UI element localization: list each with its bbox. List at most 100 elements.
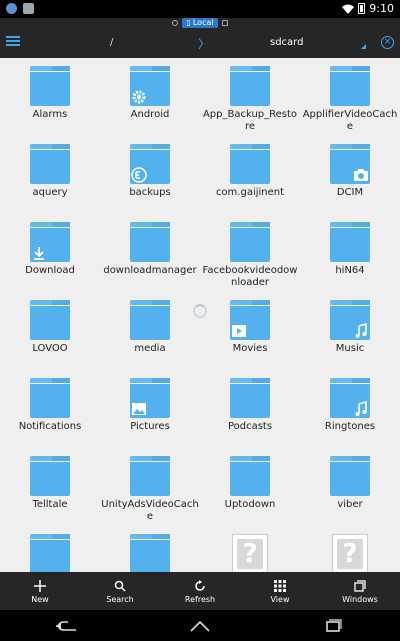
file-grid-item[interactable]: Podcasts (200, 378, 300, 456)
music-note-icon (352, 400, 370, 418)
folder-icon (330, 456, 370, 496)
file-grid-item[interactable]: Android (100, 66, 200, 144)
system-icons: 9:10 (342, 2, 394, 15)
file-grid-item[interactable]: LOVOO (0, 300, 100, 378)
phone-icon: ▯ (186, 18, 191, 27)
system-nav-bar (0, 610, 400, 641)
grid-view-icon (273, 579, 287, 593)
recents-button[interactable] (318, 616, 348, 636)
file-name: Facebookvideodownloader (202, 265, 298, 288)
folder-icon (230, 300, 270, 340)
file-grid-item[interactable]: UnityAdsVideoCache (100, 456, 200, 534)
file-grid-item[interactable]: Facebookvideodownloader (200, 222, 300, 300)
folder-icon (230, 456, 270, 496)
unknown-file-icon: ? (332, 534, 368, 572)
folder-icon (130, 222, 170, 262)
camera-icon (352, 166, 370, 184)
file-grid-item[interactable]: Movies (200, 300, 300, 378)
file-name: Podcasts (227, 421, 273, 432)
breadcrumb-separator: 〉 (198, 37, 211, 51)
new-button[interactable]: New (0, 572, 80, 610)
file-name: Download (25, 265, 75, 276)
breadcrumb-root[interactable]: / (110, 37, 113, 48)
battery-icon (358, 3, 366, 14)
music-note-icon (352, 322, 370, 340)
refresh-button[interactable]: Refresh (160, 572, 240, 610)
folder-icon (230, 144, 270, 184)
file-grid-item[interactable]: viber (300, 456, 400, 534)
folder-icon (130, 66, 170, 106)
file-name: aquery (32, 187, 68, 198)
file-grid-item[interactable]: ApplifierVideoCache (300, 66, 400, 144)
notification-app-icon (6, 3, 17, 14)
local-label: Local (192, 18, 214, 27)
file-name: ApplifierVideoCache (302, 109, 398, 132)
notification-briefcase-icon (23, 3, 34, 14)
windows-button[interactable]: Windows (320, 572, 400, 610)
home-icon (190, 620, 210, 632)
close-icon[interactable]: × (381, 36, 394, 49)
file-name: App_Backup_Restore (202, 109, 298, 132)
view-button[interactable]: View (240, 572, 320, 610)
search-label: Search (106, 594, 134, 604)
refresh-icon (193, 579, 207, 593)
file-grid-area[interactable]: Alarms Android App_Backup_Restore Applifier… (0, 58, 400, 572)
folder-icon (130, 534, 170, 572)
file-name: Ringtones (324, 421, 376, 432)
plus-icon (33, 579, 47, 593)
windows-label: Windows (342, 594, 378, 604)
file-grid-item[interactable]: Pictures (100, 378, 200, 456)
file-grid-item[interactable]: Alarms (0, 66, 100, 144)
folder-icon (130, 456, 170, 496)
file-grid-item[interactable]: Download (0, 222, 100, 300)
folder-icon (30, 534, 70, 572)
file-grid-item[interactable]: App_Backup_Restore (200, 66, 300, 144)
file-name: com.gaijinent (215, 187, 285, 198)
windows-icon (353, 579, 367, 593)
file-grid-item[interactable]: com.gaijinent (200, 144, 300, 222)
search-button[interactable]: Search (80, 572, 160, 610)
file-name: UnityAdsVideoCache (101, 499, 199, 522)
file-grid-item[interactable]: Ringtones (300, 378, 400, 456)
gallery-location-icon[interactable] (221, 20, 228, 26)
file-name: Android (130, 109, 170, 120)
menu-icon[interactable] (6, 36, 20, 46)
breadcrumb-current[interactable]: sdcard (270, 37, 303, 48)
file-grid-item[interactable]: media (100, 300, 200, 378)
download-icon (30, 244, 48, 262)
file-grid-item[interactable]: hiN64 (300, 222, 400, 300)
file-grid-item[interactable]: aquery (0, 144, 100, 222)
recents-icon (326, 618, 342, 632)
file-grid-item[interactable]: Uptodown (200, 456, 300, 534)
file-grid-item[interactable]: ? (300, 534, 400, 572)
gear-icon (130, 88, 148, 106)
folder-icon (330, 222, 370, 262)
file-grid-item[interactable]: Music (300, 300, 400, 378)
folder-icon (130, 300, 170, 340)
file-name: Telltale (32, 499, 68, 510)
file-name: Notifications (18, 421, 82, 432)
back-button[interactable] (52, 616, 82, 636)
file-name: Movies (232, 343, 268, 354)
network-location-icon[interactable] (172, 20, 179, 26)
file-grid-item[interactable] (100, 534, 200, 572)
file-grid-item[interactable]: backups (100, 144, 200, 222)
file-name: downloadmanager (103, 265, 197, 276)
file-grid-item[interactable]: DCIM (300, 144, 400, 222)
home-button[interactable] (185, 616, 215, 636)
file-grid-item[interactable] (0, 534, 100, 572)
file-grid-item[interactable]: Notifications (0, 378, 100, 456)
folder-icon (30, 222, 70, 262)
file-name: Uptodown (224, 499, 276, 510)
folder-icon (330, 66, 370, 106)
local-location-tab[interactable]: ▯ Local (182, 18, 218, 28)
file-name: Music (335, 343, 365, 354)
question-mark-glyph: ? (237, 539, 263, 569)
file-name: DCIM (336, 187, 364, 198)
wifi-icon (342, 4, 355, 14)
file-grid-item[interactable]: ? (200, 534, 300, 572)
dropdown-corner-icon[interactable] (361, 44, 366, 49)
file-grid-item[interactable]: Telltale (0, 456, 100, 534)
file-grid-item[interactable]: downloadmanager (100, 222, 200, 300)
location-indicator: ▯ Local (0, 18, 400, 28)
